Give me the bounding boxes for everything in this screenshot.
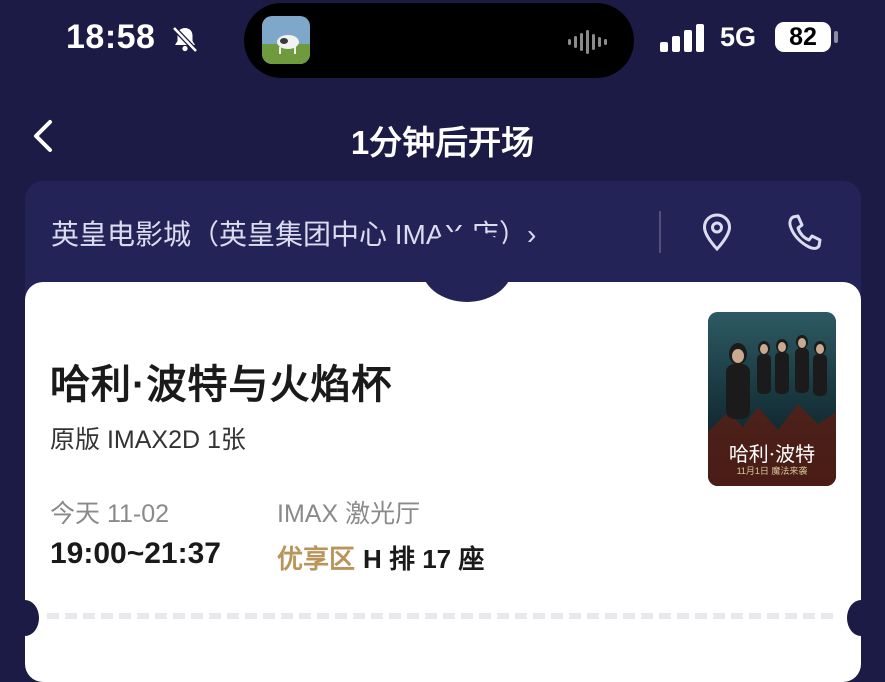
ticket-notch — [421, 230, 513, 302]
seat-number: H 排 17 座 — [363, 544, 485, 574]
battery-tip — [834, 31, 838, 43]
ticket-perforation — [47, 613, 833, 619]
bell-slash-icon — [172, 26, 198, 53]
dynamic-island[interactable] — [244, 3, 634, 78]
hall-name: IMAX 激光厅 — [277, 500, 421, 528]
show-time: 19:00~21:37 — [50, 537, 221, 570]
divider — [659, 211, 661, 253]
poster-title: 哈利·波特 — [728, 442, 816, 466]
location-pin-icon[interactable] — [697, 211, 737, 253]
ticket-notch-left — [11, 600, 39, 636]
seat-zone: 优享区 — [277, 544, 356, 574]
audio-waveform-icon — [568, 30, 607, 54]
page-title: 1分钟后开场 — [350, 124, 535, 161]
movie-format: 原版 IMAX2D 1张 — [50, 426, 246, 454]
ticket-notch-right — [847, 600, 875, 636]
show-date: 今天 11-02 — [50, 500, 170, 528]
cellular-signal-icon — [660, 24, 704, 52]
poster-subtitle: 11月1日 魔法来袭 — [736, 466, 808, 476]
network-type: 5G — [720, 22, 757, 52]
phone-icon[interactable] — [783, 211, 823, 253]
battery-level: 82 — [775, 22, 831, 52]
movie-title: 哈利·波特与火焰杯 — [50, 363, 393, 407]
movie-poster[interactable]: 哈利·波特 11月1日 魔法来袭 — [708, 312, 836, 486]
now-playing-artwork — [262, 16, 310, 64]
status-time: 18:58 — [66, 18, 156, 56]
ticket-card: 哈利·波特与火焰杯 原版 IMAX2D 1张 今天 11-02 19:00~21… — [11, 230, 875, 682]
